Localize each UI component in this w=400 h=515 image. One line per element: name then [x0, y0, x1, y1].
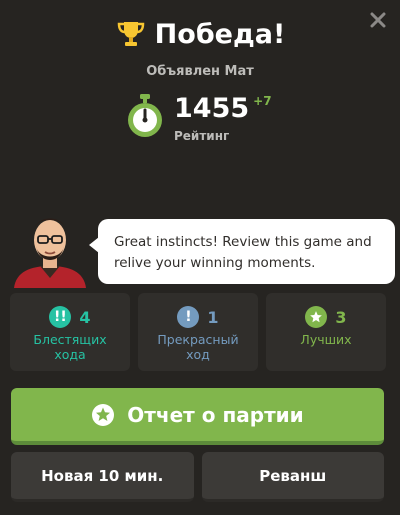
new-game-label: Новая 10 мин.	[41, 466, 164, 485]
coach-avatar	[14, 218, 86, 288]
game-review-label: Отчет о партии	[127, 402, 304, 427]
stat-count: 3	[335, 307, 347, 327]
star-circle-icon	[92, 403, 115, 426]
stat-label: Блестящих хода	[33, 332, 107, 362]
coach-message: Great instincts! Review this game and re…	[89, 219, 395, 284]
rating-label: Рейтинг	[174, 129, 230, 143]
result-reason: Объявлен Мат	[146, 64, 254, 79]
title-row: Победа!	[0, 18, 400, 50]
game-review-button[interactable]: Отчет о партии	[11, 388, 384, 445]
page-title: Победа!	[154, 18, 286, 50]
stat-count: 1	[207, 307, 219, 327]
stat-brilliant[interactable]: !! 4 Блестящих хода	[10, 293, 130, 371]
brilliant-icon: !!	[49, 306, 72, 328]
stat-great[interactable]: ! 1 Прекрасный ход	[138, 293, 258, 371]
stat-label: Лучших	[300, 332, 352, 347]
stat-label: Прекрасный ход	[157, 332, 239, 362]
coach-section: Great instincts! Review this game and re…	[10, 202, 395, 288]
rematch-label: Реванш	[259, 466, 327, 485]
move-stats: !! 4 Блестящих хода ! 1 Прекрасный ход 3…	[10, 293, 386, 371]
secondary-actions: Новая 10 мин. Реванш	[11, 452, 384, 502]
new-game-button[interactable]: Новая 10 мин.	[11, 452, 194, 502]
game-over-modal: Победа! Объявлен Мат 1455 +7 Рейтинг Gre…	[0, 0, 400, 515]
trophy-icon	[117, 22, 144, 46]
best-move-icon	[305, 306, 328, 328]
rematch-button[interactable]: Реванш	[201, 452, 384, 502]
stat-best[interactable]: 3 Лучших	[266, 293, 386, 371]
great-move-icon: !	[177, 306, 200, 328]
rating-delta: +7	[253, 94, 272, 108]
stat-count: 4	[79, 307, 91, 327]
rating-section: 1455 +7 Рейтинг	[126, 94, 272, 143]
stopwatch-icon	[128, 94, 162, 137]
rating-value: 1455	[174, 93, 250, 124]
